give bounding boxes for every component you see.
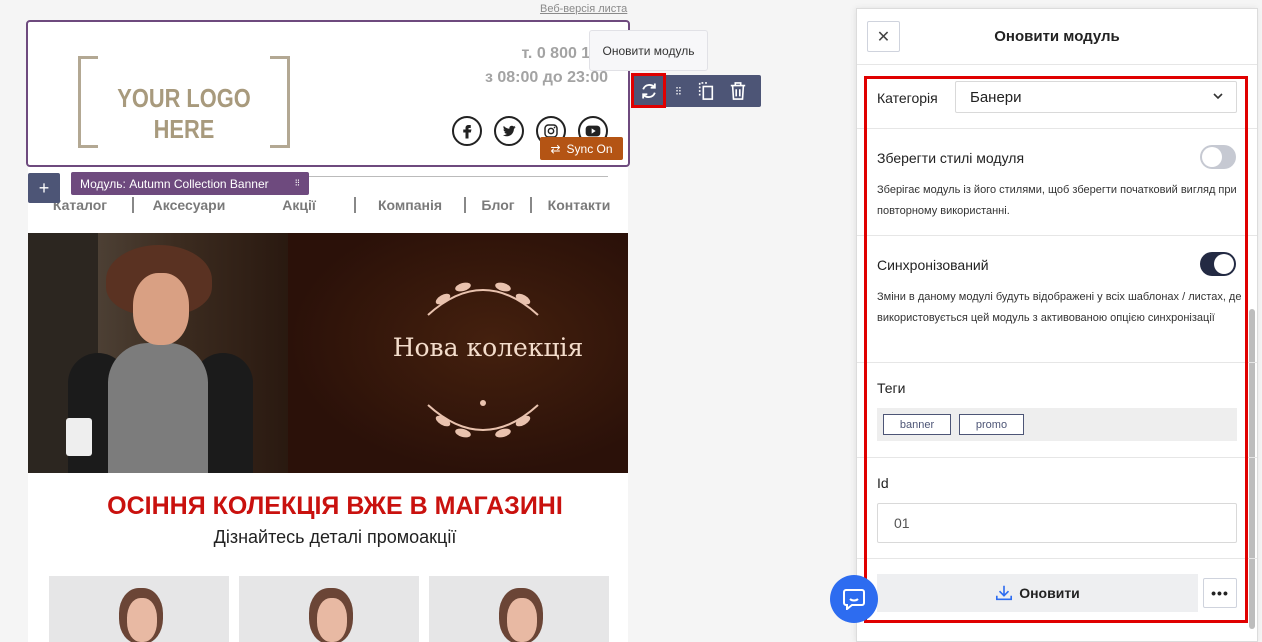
twitter-icon[interactable] — [494, 116, 524, 146]
product-card[interactable] — [239, 576, 419, 642]
nav-item-promotions[interactable]: Акції — [244, 197, 354, 213]
add-module-button[interactable]: + — [28, 173, 60, 203]
sync-refresh-button[interactable] — [631, 73, 666, 108]
highlight-frame — [864, 76, 1248, 623]
logo: YOUR LOGO HERE — [78, 56, 290, 148]
nav-item-company[interactable]: Компанія — [356, 197, 464, 213]
logo-text: YOUR LOGO HERE — [117, 83, 251, 144]
delete-button[interactable] — [722, 75, 754, 107]
trash-icon — [730, 82, 746, 100]
promo-subtitle: Дізнайтесь деталі промоакції — [213, 527, 457, 547]
nav-item-blog[interactable]: Блог — [466, 197, 530, 213]
nav-item-contacts[interactable]: Контакти — [532, 197, 626, 213]
web-version-link[interactable]: Веб-версія листа — [540, 3, 627, 15]
photo-shape — [66, 418, 92, 456]
duplicate-icon — [698, 82, 714, 100]
product-photo — [127, 598, 157, 642]
promo-title: ОСІННЯ КОЛЕКЦІЯ ВЖЕ В МАГАЗИНІ — [107, 492, 563, 520]
drag-handle-icon[interactable]: ⁝⁝ — [666, 75, 690, 107]
banner-heading: Нова колекція — [392, 333, 584, 362]
sync-arrows-icon: ⇄ — [550, 141, 561, 156]
photo-shape — [133, 273, 189, 345]
email-nav: Каталог Аксесуари Акції Компанія Блог Ко… — [28, 193, 628, 217]
module-name-label[interactable]: Модуль: Autumn Collection Banner ⁝⁝ — [71, 172, 309, 195]
sync-on-badge[interactable]: ⇄ Sync On — [540, 137, 623, 160]
photo-shape — [108, 343, 208, 473]
refresh-icon — [641, 83, 656, 98]
banner-image: Нова колекція — [28, 233, 628, 473]
product-card[interactable] — [429, 576, 609, 642]
product-card[interactable] — [49, 576, 229, 642]
chat-widget-button[interactable] — [830, 575, 878, 623]
panel-title: Оновити модуль — [994, 28, 1120, 45]
product-photo — [507, 598, 537, 642]
product-photo — [317, 598, 347, 642]
module-toolbar: ⁝⁝ — [631, 73, 761, 108]
duplicate-button[interactable] — [690, 75, 722, 107]
drag-handle-icon[interactable]: ⁝⁝ — [295, 178, 300, 189]
sync-badge-label: Sync On — [566, 141, 613, 156]
nav-item-accessories[interactable]: Аксесуари — [134, 197, 244, 213]
module-name-text: Модуль: Autumn Collection Banner — [80, 176, 269, 191]
chat-icon — [843, 589, 865, 610]
panel-header: ✕ Оновити модуль — [857, 9, 1257, 65]
update-module-tooltip: Оновити модуль — [589, 30, 708, 71]
facebook-icon[interactable] — [452, 116, 482, 146]
